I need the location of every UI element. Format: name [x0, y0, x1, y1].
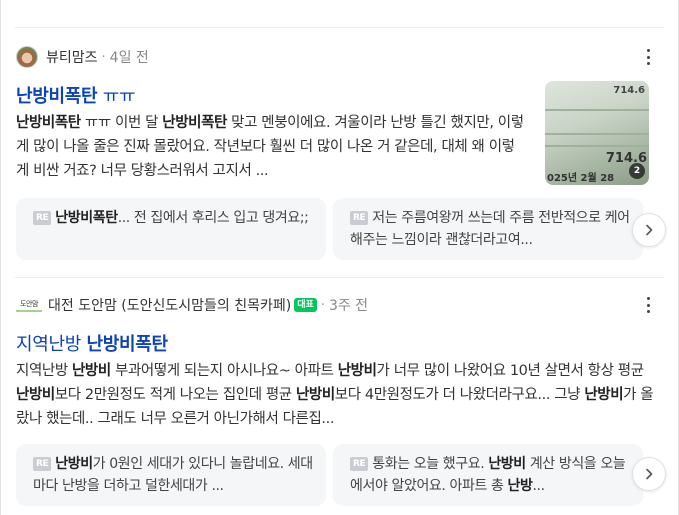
highlight-keyword: 난방비 [55, 456, 93, 472]
reply-preview[interactable]: RE 난방비폭탄... 전 집에서 후리스 입고 댕겨요;; [16, 198, 326, 260]
result-2-header: 도안맘 대전 도안맘 (도안신도시맘들의 친목카페) 대표 · 3주 전 [16, 293, 368, 317]
reply-preview[interactable]: RE 난방비가 0원인 세대가 있다니 놀랍네요. 세대마다 난방을 더하고 덜한… [16, 444, 326, 506]
result-1-thumbnail[interactable]: 714.6 714.6 025년 2월 28 2 [545, 81, 649, 185]
result-divider [15, 277, 664, 278]
result-1-header: 뷰티맘즈 · 4일 전 [16, 45, 149, 69]
highlight-keyword: 난방비 [488, 456, 526, 472]
reply-preview[interactable]: RE 통화는 오늘 했구요. 난방비 계산 방식을 오늘에서야 알았어요. 아파트… [333, 444, 643, 506]
thumbnail-text-bottom: 025년 2월 28 [547, 173, 615, 184]
thumbnail-text-top: 714.6 [613, 85, 645, 96]
reply-label-badge: RE [33, 211, 52, 225]
highlight-keyword: 난방비폭탄 [55, 210, 118, 226]
reply-label-badge: RE [350, 457, 369, 471]
highlight-keyword: 난방비 [71, 363, 111, 379]
top-divider [15, 27, 664, 28]
result-2-snippet[interactable]: 지역난방 난방비 부과어떻게 되는지 아시나요~ 아파트 난방비가 너무 많이 … [16, 359, 656, 431]
result-1-author[interactable]: 뷰티맘즈 [46, 47, 98, 67]
reply-label-badge: RE [350, 211, 369, 225]
highlight-keyword: 난방비 [295, 387, 335, 403]
result-2-title-rest: 지역난방 [16, 334, 87, 355]
result-1-time: 4일 전 [109, 50, 149, 66]
highlight-keyword: 난방비폭탄 [16, 115, 81, 131]
snippet-text: 보다 2만원정도 적게 나오는 집인데 평균 [54, 387, 296, 403]
snippet-text: 부과어떻게 되는지 아시나요~ 아파트 [110, 363, 338, 379]
representative-badge: 대표 [294, 298, 317, 312]
more-vertical-icon[interactable] [646, 49, 650, 65]
result-2-title[interactable]: 지역난방 난방비폭탄 [16, 330, 168, 356]
reply-preview[interactable]: RE 저는 주름여왕꺼 쓰는데 주름 전반적으로 케어해주는 느낌이라 괜찮더라고… [333, 198, 643, 260]
result-2-time: 3주 전 [328, 298, 369, 314]
search-results-panel: 뷰티맘즈 · 4일 전 난방비폭탄 ㅠㅠ 난방비폭탄 ㅠㅠ 이번 달 난방비폭탄… [0, 0, 679, 515]
snippet-text: ... 전 집에서 후리스 입고 댕겨요;; [117, 210, 309, 226]
highlight-keyword: 난방비폭탄 [162, 115, 227, 131]
result-1-title-bold: 난방비폭탄 [16, 86, 98, 107]
snippet-text: 가 너무 많이 나왔어요 10년 살면서 항상 평균 [376, 363, 644, 379]
result-1-snippet[interactable]: 난방비폭탄 ㅠㅠ 이번 달 난방비폭탄 맞고 멘붕이에요. 겨울이라 난방 틀긴… [16, 111, 526, 183]
reply-label-badge: RE [33, 457, 52, 471]
chevron-right-icon[interactable] [632, 457, 666, 491]
snippet-text: ... [532, 478, 546, 494]
result-1-title[interactable]: 난방비폭탄 ㅠㅠ [16, 82, 136, 108]
meta-separator: · [101, 49, 106, 65]
snippet-text: 통화는 오늘 했구요. [372, 456, 489, 472]
result-2-title-bold: 난방비폭탄 [86, 334, 168, 355]
snippet-text: 지역난방 [16, 363, 72, 379]
snippet-text: 보다 4만원정도가 더 나왔더라구요... 그냥 [334, 387, 585, 403]
highlight-keyword: 난방 [507, 478, 533, 494]
snippet-text: ㅠㅠ 이번 달 [80, 115, 163, 131]
highlight-keyword: 난방비 [337, 363, 377, 379]
result-1-title-rest: ㅠㅠ [97, 86, 136, 107]
image-count-badge: 2 [629, 163, 645, 179]
more-vertical-icon[interactable] [646, 297, 650, 313]
cafe-logo[interactable]: 도안맘 [16, 298, 42, 312]
meta-separator: · [320, 297, 325, 313]
author-avatar[interactable] [16, 46, 38, 68]
result-2-author[interactable]: 대전 도안맘 (도안신도시맘들의 친목카페) [48, 295, 291, 315]
chevron-right-icon[interactable] [632, 213, 666, 247]
snippet-text: 저는 주름여왕꺼 쓰는데 주름 전반적으로 케어해주는 느낌이라 괜찮더라고여.… [350, 210, 630, 248]
highlight-keyword: 난방비 [584, 387, 624, 403]
highlight-keyword: 난방비 [16, 387, 55, 403]
